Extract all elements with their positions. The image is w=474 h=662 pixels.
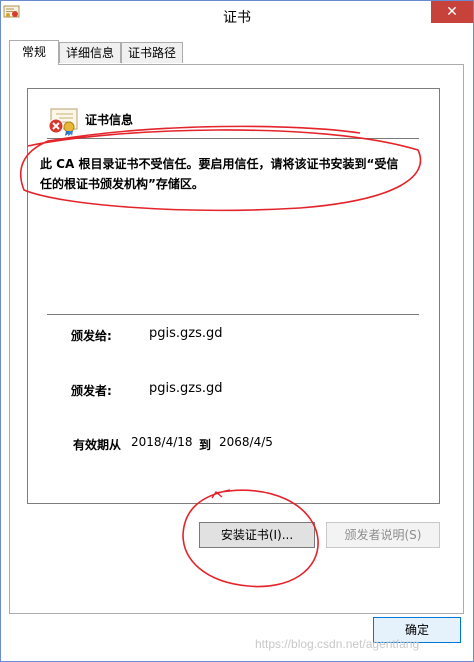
divider bbox=[47, 314, 419, 315]
certificate-info-heading: 证书信息 bbox=[85, 113, 134, 127]
title-bar: 证书 ✕ bbox=[1, 1, 473, 31]
tab-certification-path[interactable]: 证书路径 bbox=[121, 42, 183, 63]
trust-warning-text: 此 CA 根目录证书不受信任。要启用信任，请将该证书安装到“受信 任的根证书颁发… bbox=[40, 154, 420, 194]
issued-to-value: pgis.gzs.gd bbox=[149, 326, 223, 341]
certificate-error-icon bbox=[48, 108, 78, 136]
window-title: 证书 bbox=[223, 10, 251, 26]
trust-warning-line-1: 此 CA 根目录证书不受信任。要启用信任，请将该证书安装到“受信 bbox=[40, 157, 399, 171]
trust-warning-line-2: 任的根证书颁发机构”存储区。 bbox=[40, 177, 204, 191]
issued-by-label: 颁发者: bbox=[71, 384, 112, 398]
certificate-dialog: 证书 ✕ 常规 详细信息 证书路径 证书信息 此 CA 根目录证书不受信任。要启… bbox=[0, 0, 474, 662]
valid-from-label: 有效期从 bbox=[73, 438, 122, 452]
issuer-statement-button[interactable]: 颁发者说明(S) bbox=[326, 522, 440, 548]
issued-by-value: pgis.gzs.gd bbox=[149, 381, 223, 396]
watermark: https://blog.csdn.net/agentfang bbox=[255, 637, 420, 651]
install-certificate-button[interactable]: 安装证书(I)... bbox=[199, 522, 315, 548]
issued-to-label: 颁发给: bbox=[71, 329, 112, 343]
tab-details[interactable]: 详细信息 bbox=[59, 42, 121, 63]
divider bbox=[47, 138, 419, 139]
valid-to-label: 到 bbox=[199, 438, 212, 452]
close-icon: ✕ bbox=[446, 4, 458, 20]
valid-from-value: 2018/4/18 bbox=[131, 435, 193, 449]
close-button[interactable]: ✕ bbox=[431, 1, 473, 23]
valid-to-value: 2068/4/5 bbox=[219, 435, 273, 449]
tab-general[interactable]: 常规 bbox=[9, 40, 59, 65]
